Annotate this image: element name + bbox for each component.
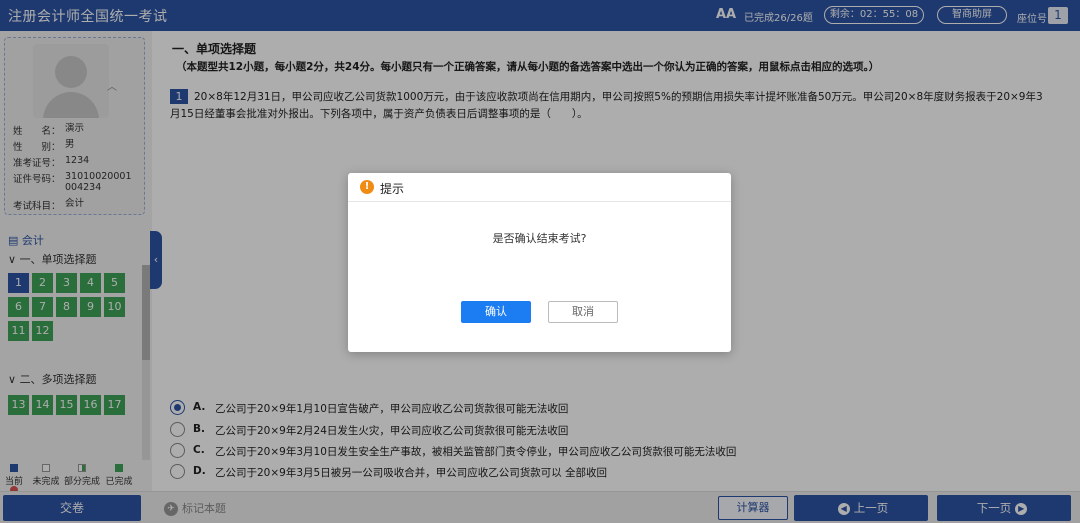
cancel-button[interactable]: 取消 [548, 301, 618, 323]
dialog-message: 是否确认结束考试? [492, 232, 587, 245]
dialog-header: ! 提示 [348, 173, 731, 202]
dialog-title: 提示 [380, 182, 405, 196]
confirm-button[interactable]: 确认 [461, 301, 531, 323]
confirm-dialog: ! 提示 是否确认结束考试? 确认 取消 [348, 173, 731, 352]
warning-icon: ! [360, 180, 374, 194]
